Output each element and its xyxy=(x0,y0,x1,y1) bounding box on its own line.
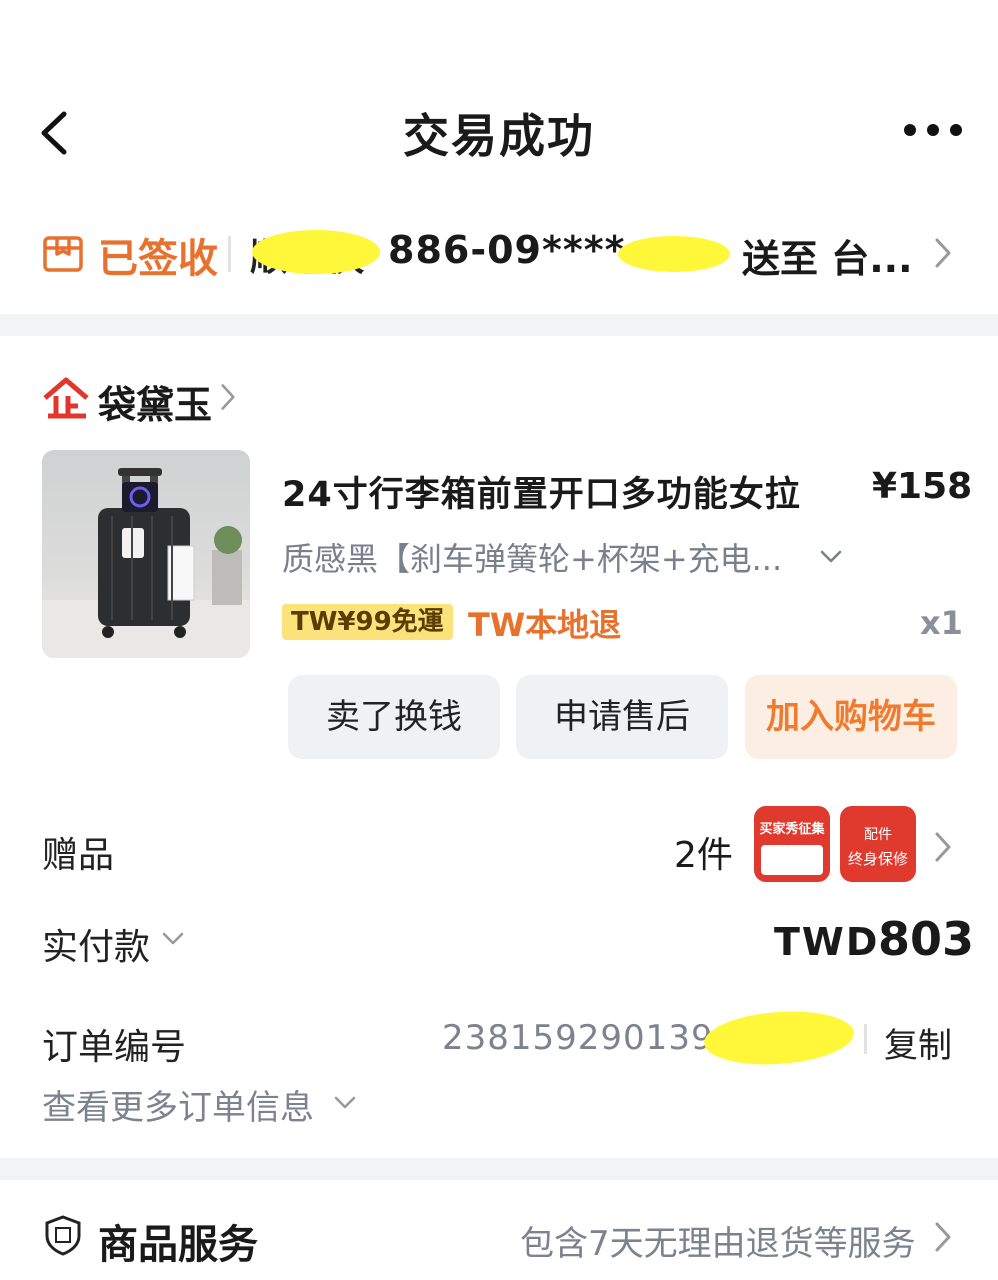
shipping-badge: TW¥99免運 xyxy=(282,604,453,640)
local-return-badge: TW本地退 xyxy=(468,606,622,644)
service-shield-icon xyxy=(45,1215,81,1256)
product-quantity: x1 xyxy=(920,604,963,642)
chevron-right-icon[interactable] xyxy=(218,382,238,412)
aftersale-button[interactable]: 申请售后 xyxy=(516,675,728,759)
payment-label[interactable]: 实付款 xyxy=(42,918,150,970)
gift-item-image[interactable]: 配件 终身保修 xyxy=(840,806,916,882)
add-to-cart-button[interactable]: 加入购物车 xyxy=(745,675,957,759)
order-number: 238159290139 xyxy=(442,1018,714,1058)
more-icon[interactable] xyxy=(902,120,964,140)
gift-item-title: 买家秀征集 xyxy=(759,822,825,837)
enterprise-shop-icon xyxy=(43,377,89,419)
suitcase-image xyxy=(42,468,250,658)
gift-item-line: 终身保修 xyxy=(847,850,908,868)
copy-button[interactable]: 复制 xyxy=(884,1018,952,1067)
product-price: ¥158 xyxy=(872,466,973,507)
chevron-right-icon[interactable] xyxy=(932,830,954,864)
shop-name[interactable]: 袋黛玉 xyxy=(98,374,212,429)
chevron-right-icon xyxy=(935,238,951,268)
gift-item-image[interactable]: 买家秀征集 xyxy=(754,806,830,882)
more-order-info-link[interactable]: 查看更多订单信息 xyxy=(42,1080,314,1129)
chevron-right-icon[interactable] xyxy=(932,1220,954,1254)
package-icon xyxy=(43,236,83,272)
delivery-status: 已签收 xyxy=(98,236,218,282)
service-title: 商品服务 xyxy=(98,1222,258,1268)
separator xyxy=(864,1024,867,1054)
section-divider xyxy=(0,1158,998,1180)
product-variant[interactable]: 质感黑【刹车弹簧轮+杯架+充电... xyxy=(282,534,782,580)
gift-label: 赠品 xyxy=(42,835,115,876)
gift-item-line: 配件 xyxy=(864,827,892,843)
sell-button[interactable]: 卖了换钱 xyxy=(288,675,500,759)
payment-amount: 803 xyxy=(878,912,975,966)
payment-currency: TWD xyxy=(774,920,880,964)
destination: 送至 台... xyxy=(742,237,913,281)
order-number-label: 订单编号 xyxy=(42,1027,187,1068)
chevron-down-icon[interactable] xyxy=(332,1092,358,1112)
redaction-mark xyxy=(702,1006,856,1070)
redaction-mark xyxy=(252,230,380,274)
product-thumbnail[interactable] xyxy=(42,450,250,658)
separator xyxy=(228,236,231,272)
redaction-mark xyxy=(618,236,730,272)
chevron-down-icon[interactable] xyxy=(818,546,844,566)
chevron-down-icon[interactable] xyxy=(160,928,186,948)
gift-count: 2件 xyxy=(674,835,733,876)
courier-phone: 886-09**** xyxy=(388,228,626,272)
section-divider xyxy=(0,314,998,336)
product-title[interactable]: 24寸行李箱前置开口多功能女拉 xyxy=(282,466,801,517)
page-title: 交易成功 xyxy=(403,109,595,163)
service-description[interactable]: 包含7天无理由退货等服务 xyxy=(520,1216,916,1265)
gift-item-card xyxy=(761,845,823,875)
